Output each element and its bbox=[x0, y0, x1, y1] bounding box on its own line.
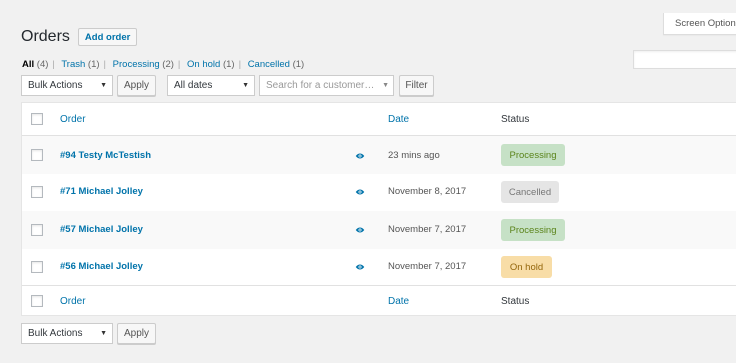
search-orders-input[interactable] bbox=[633, 50, 736, 69]
order-link[interactable]: #57 Michael Jolley bbox=[60, 224, 143, 235]
customer-search-placeholder: Search for a customer… bbox=[266, 80, 375, 91]
order-date: November 7, 2017 bbox=[388, 261, 467, 272]
chevron-down-icon: ▼ bbox=[100, 82, 107, 89]
date-column-header[interactable]: Date bbox=[388, 114, 409, 125]
view-separator: | bbox=[177, 59, 181, 70]
order-column-footer[interactable]: Order bbox=[60, 296, 86, 307]
bulk-actions-value: Bulk Actions bbox=[28, 80, 83, 91]
table-row: #71 Michael Jolley November 8, 2017 Canc… bbox=[22, 174, 736, 211]
order-link[interactable]: #94 Testy McTestish bbox=[60, 150, 151, 161]
bottom-bulk-actions-value: Bulk Actions bbox=[28, 328, 83, 339]
chevron-down-icon: ▼ bbox=[382, 82, 389, 89]
order-link[interactable]: #71 Michael Jolley bbox=[60, 186, 143, 197]
view-on-hold-link[interactable]: On hold bbox=[187, 59, 220, 70]
eye-icon[interactable] bbox=[355, 262, 365, 272]
table-footer: Order Date Status bbox=[22, 285, 736, 316]
screen-options-button[interactable]: Screen Options bbox=[663, 13, 736, 35]
view-separator: | bbox=[103, 59, 107, 70]
table-header: Order Date Status bbox=[22, 103, 736, 136]
chevron-down-icon: ▼ bbox=[242, 82, 249, 89]
view-separator: | bbox=[52, 59, 55, 70]
bulk-actions-select[interactable]: Bulk Actions ▼ bbox=[21, 75, 113, 96]
add-order-button[interactable]: Add order bbox=[77, 28, 138, 46]
bottom-apply-button[interactable]: Apply bbox=[117, 323, 156, 344]
row-checkbox[interactable] bbox=[31, 149, 43, 161]
order-column-header[interactable]: Order bbox=[60, 114, 86, 125]
bottom-bulk-actions-select[interactable]: Bulk Actions ▼ bbox=[21, 323, 113, 344]
date-filter-value: All dates bbox=[174, 80, 213, 91]
select-all-checkbox[interactable] bbox=[31, 113, 43, 125]
status-column-footer: Status bbox=[501, 296, 530, 307]
view-all-count: (4) bbox=[36, 59, 49, 70]
table-row: #94 Testy McTestish 23 mins ago Processi… bbox=[22, 136, 736, 174]
status-filter-links: All (4) | Trash (1) | Processing (2) | On h… bbox=[22, 59, 304, 70]
status-badge: Processing bbox=[501, 144, 565, 166]
view-cancelled-count: (1) bbox=[292, 59, 305, 70]
date-filter-select[interactable]: All dates ▼ bbox=[167, 75, 255, 96]
view-separator: | bbox=[238, 59, 242, 70]
status-column-header: Status bbox=[501, 114, 530, 125]
order-link[interactable]: #56 Michael Jolley bbox=[60, 261, 143, 272]
order-date: November 8, 2017 bbox=[388, 186, 467, 197]
date-column-footer[interactable]: Date bbox=[388, 296, 409, 307]
view-all-link[interactable]: All bbox=[22, 59, 34, 70]
view-trash-link[interactable]: Trash bbox=[61, 59, 85, 70]
customer-search-select[interactable]: Search for a customer… ▼ bbox=[259, 75, 394, 96]
view-processing-count: (2) bbox=[162, 59, 174, 70]
row-checkbox[interactable] bbox=[31, 186, 43, 198]
view-on-hold-count: (1) bbox=[222, 59, 235, 70]
chevron-down-icon: ▼ bbox=[100, 330, 107, 337]
table-row: #56 Michael Jolley November 7, 2017 On h… bbox=[22, 249, 736, 285]
order-date: 23 mins ago bbox=[388, 150, 440, 161]
view-cancelled-link[interactable]: Cancelled bbox=[248, 59, 290, 70]
select-all-checkbox[interactable] bbox=[31, 295, 43, 307]
table-row: #57 Michael Jolley November 7, 2017 Proc… bbox=[22, 211, 736, 249]
status-badge: On hold bbox=[501, 256, 552, 278]
status-badge: Processing bbox=[501, 219, 565, 241]
row-checkbox[interactable] bbox=[31, 261, 43, 273]
apply-button[interactable]: Apply bbox=[117, 75, 156, 96]
order-date: November 7, 2017 bbox=[388, 224, 467, 235]
status-badge: Cancelled bbox=[501, 181, 559, 203]
orders-table: Order Date Status #94 Testy McTestish 23… bbox=[21, 102, 736, 316]
eye-icon[interactable] bbox=[355, 187, 365, 197]
eye-icon[interactable] bbox=[355, 151, 365, 161]
title-row: Orders Add order bbox=[21, 28, 138, 46]
view-trash-count: (1) bbox=[87, 59, 100, 70]
eye-icon[interactable] bbox=[355, 225, 365, 235]
row-checkbox[interactable] bbox=[31, 224, 43, 236]
view-processing-link[interactable]: Processing bbox=[113, 59, 160, 70]
filter-button[interactable]: Filter bbox=[399, 75, 434, 96]
page-title: Orders bbox=[21, 28, 70, 45]
